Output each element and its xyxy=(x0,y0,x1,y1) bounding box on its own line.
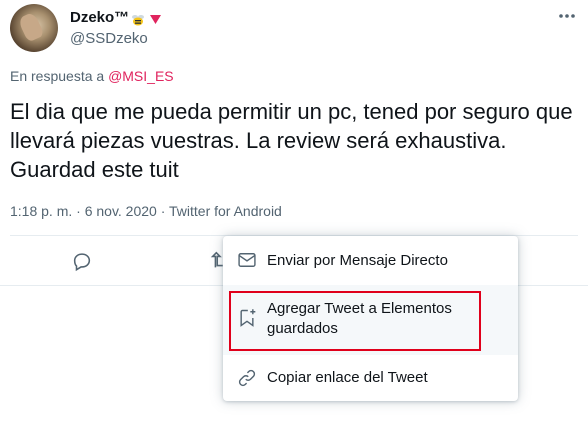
tweet-text: El dia que me pueda permitir un pc, tene… xyxy=(10,99,573,182)
avatar[interactable] xyxy=(10,4,58,52)
menu-item-direct-message[interactable]: Enviar por Mensaje Directo xyxy=(223,236,518,285)
link-icon xyxy=(237,368,257,388)
reply-mention-link[interactable]: @MSI_ES xyxy=(108,68,174,84)
author-handle[interactable]: @SSDzeko xyxy=(70,30,148,47)
share-menu: Enviar por Mensaje Directo Agregar Tweet… xyxy=(223,236,518,401)
author-name[interactable]: Dzeko™ xyxy=(70,9,129,26)
menu-item-label: Copiar enlace del Tweet xyxy=(267,369,428,386)
menu-item-copy-link[interactable]: Copiar enlace del Tweet xyxy=(223,358,518,401)
reply-prefix: En respuesta a xyxy=(10,68,109,84)
bee-emoji-icon xyxy=(131,13,145,25)
more-options-icon[interactable] xyxy=(555,9,579,23)
author-name-row[interactable]: Dzeko™ xyxy=(70,9,162,26)
tweet-meta[interactable]: 1:18 p. m. · 6 nov. 2020 · Twitter for A… xyxy=(10,203,282,219)
menu-item-label: Enviar por Mensaje Directo xyxy=(267,252,448,269)
reply-icon[interactable] xyxy=(71,250,93,272)
envelope-icon xyxy=(237,250,257,270)
pink-triangle-icon xyxy=(149,12,162,24)
menu-item-label: Agregar Tweet a Elementos guardados xyxy=(267,300,452,337)
reply-context: En respuesta a @MSI_ES xyxy=(10,68,174,84)
menu-item-add-bookmark[interactable]: Agregar Tweet a Elementos guardados xyxy=(223,285,518,355)
bookmark-add-icon xyxy=(237,308,257,328)
